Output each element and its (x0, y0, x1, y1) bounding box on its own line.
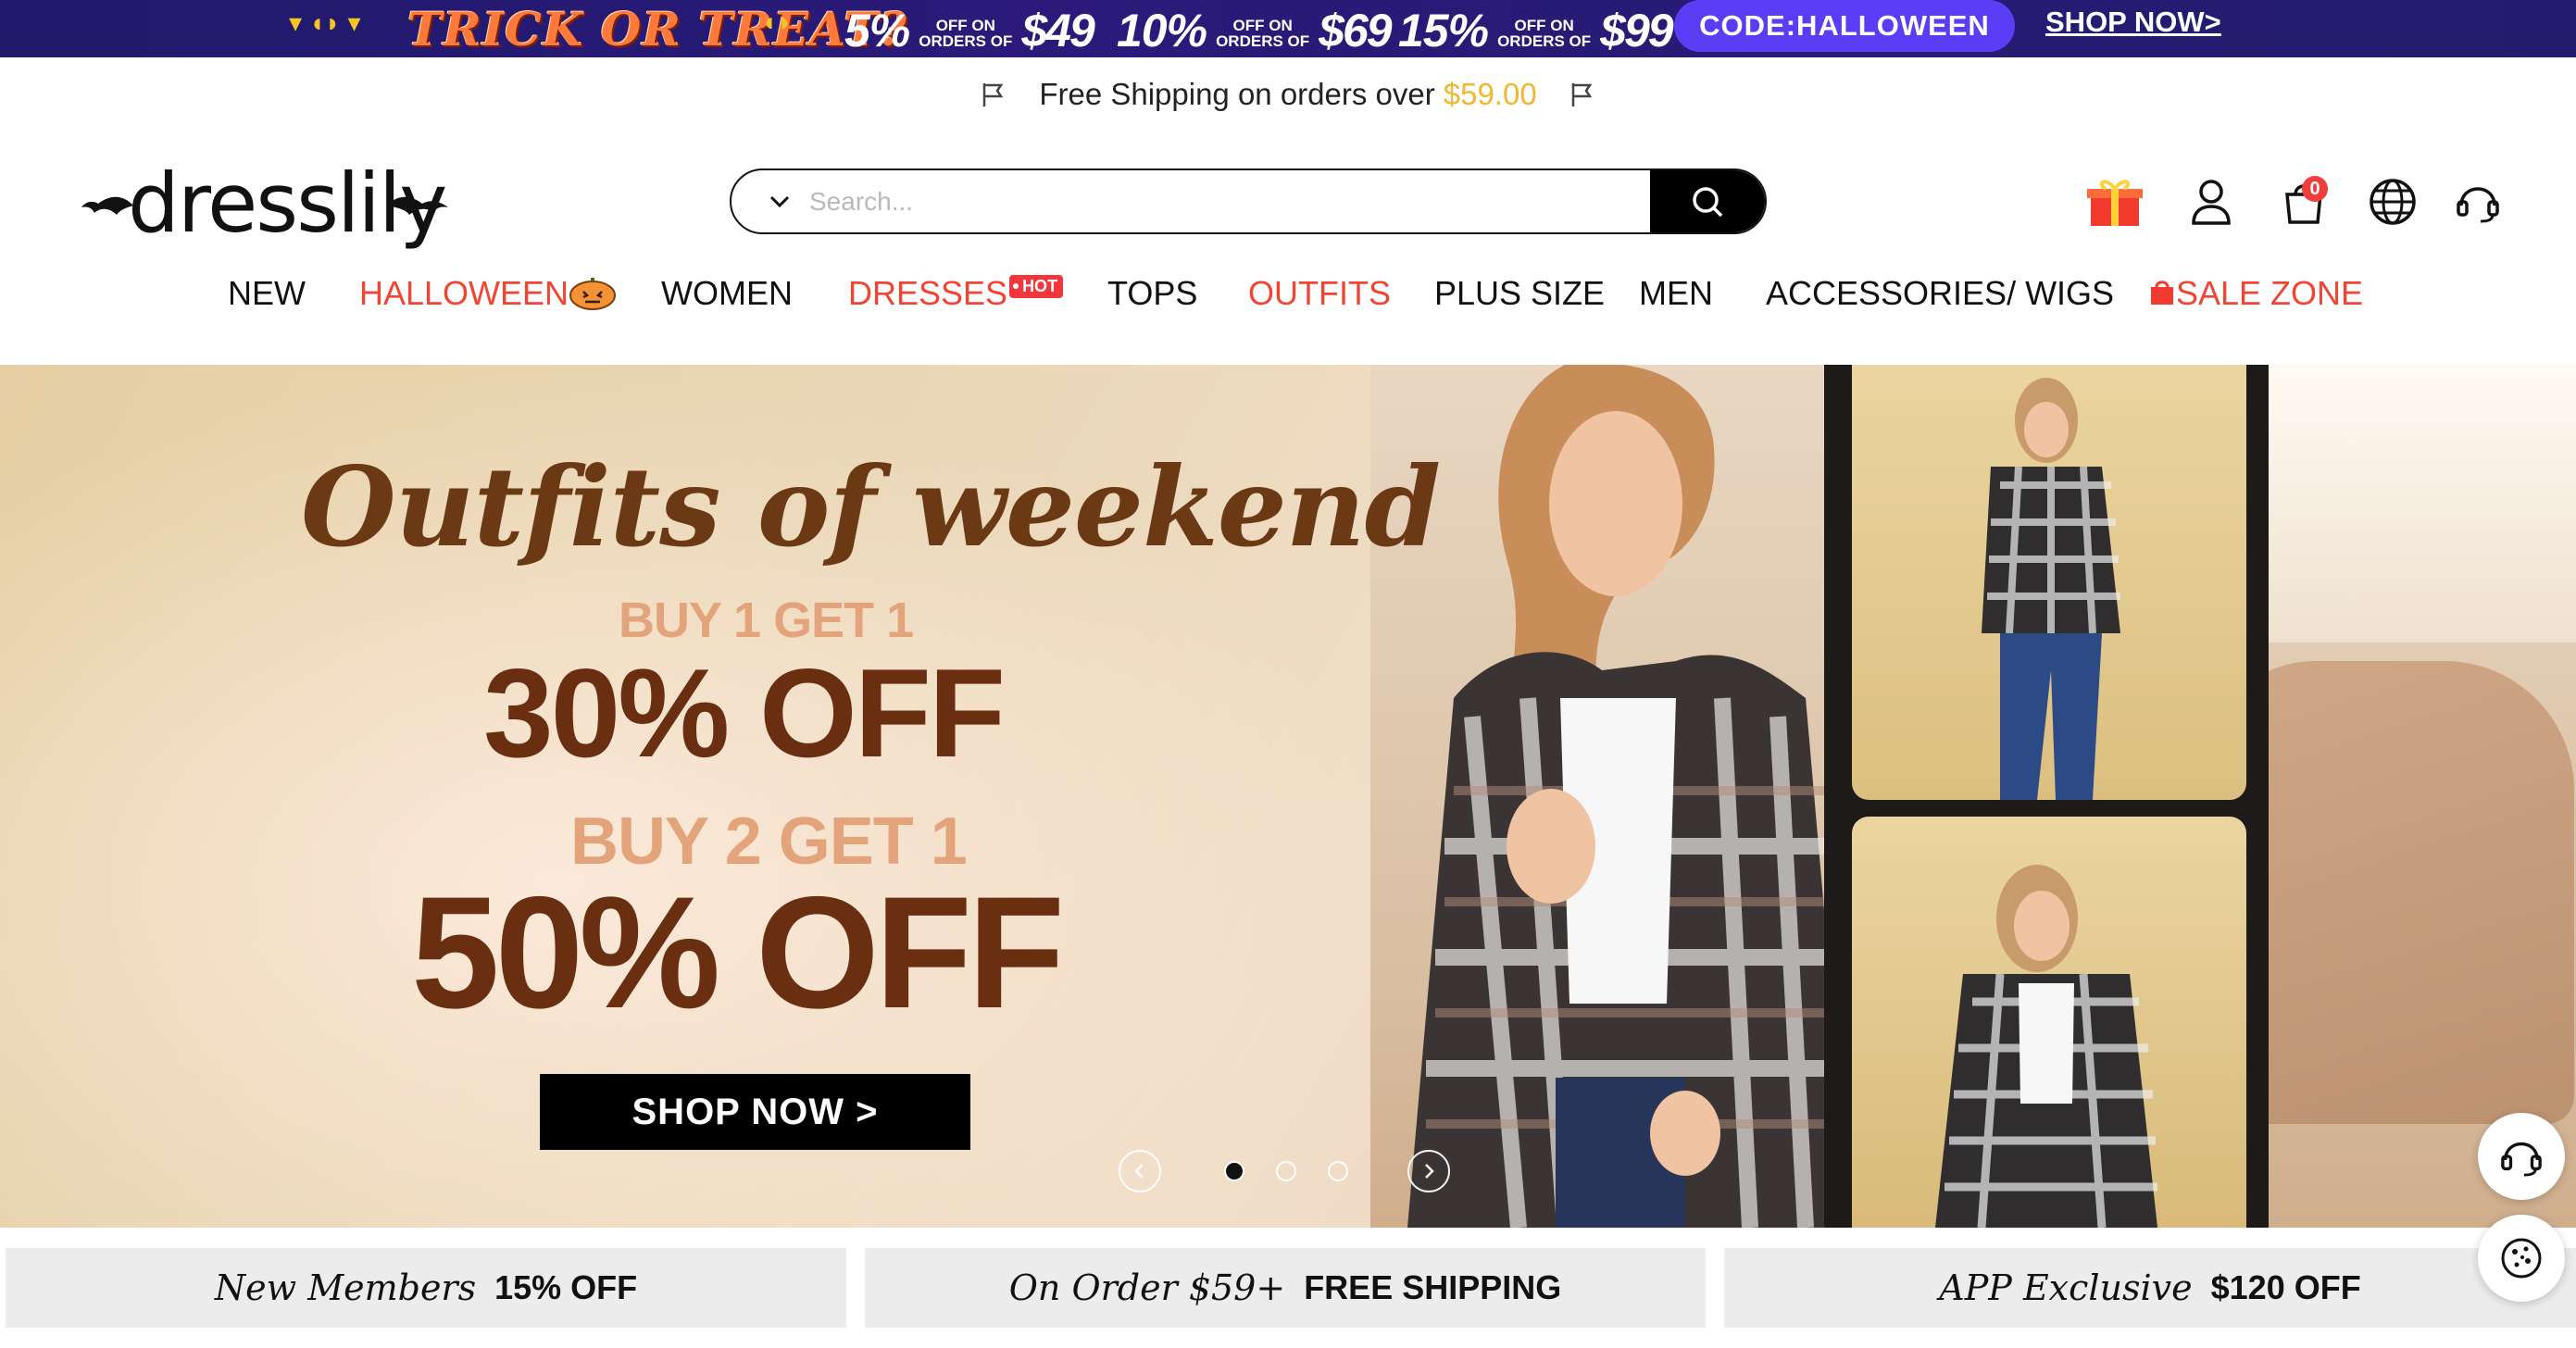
carousel-dot-2[interactable] (1276, 1161, 1296, 1181)
hero-shop-now-button[interactable]: SHOP NOW > (540, 1074, 970, 1150)
benefit-new-members[interactable]: New Members 15% OFF (6, 1248, 846, 1328)
nav-item-halloween[interactable]: HALLOWEEN (359, 274, 617, 313)
hero-offer-1: 30% OFF (483, 643, 1006, 783)
search-icon (1693, 186, 1723, 217)
chevron-left-icon (1134, 1164, 1144, 1179)
chevron-down-icon (769, 195, 790, 207)
hero-banner[interactable]: Outfits of weekend BUY 1 GET 1 30% OFF B… (0, 365, 2576, 1228)
carousel-dot-3[interactable] (1328, 1161, 1348, 1181)
carousel-next-button[interactable] (1407, 1150, 1450, 1192)
nav-item-dresses[interactable]: DRESSES HOT (848, 274, 1064, 313)
pumpkin-icon (569, 278, 617, 310)
promo-deal-3: 15% OFF ON ORDERS OF $99 (1398, 5, 1674, 56)
benefit-app-exclusive[interactable]: APP Exclusive $120 OFF (1724, 1248, 2576, 1328)
search-input[interactable] (807, 173, 1650, 230)
promo-banner[interactable]: ▾ ◖◗ ▾ TRICK OR TREAT? ◖◗ 5% OFF ON ORDER… (0, 0, 2576, 57)
globe-icon (2370, 179, 2416, 225)
free-shipping-bar: Free Shipping on orders over $59.00 (0, 57, 2576, 131)
search-category-dropdown[interactable] (752, 170, 807, 232)
flag-icon (983, 83, 1004, 106)
bat-wing-icon (81, 196, 133, 215)
carousel-prev-button[interactable] (1119, 1150, 1161, 1192)
gift-icon (2087, 180, 2143, 226)
language-button[interactable] (2363, 172, 2422, 231)
nav-item-new[interactable]: NEW (228, 274, 306, 313)
site-logo[interactable]: dresslily (80, 156, 450, 257)
hero-offer-2: 50% OFF (411, 864, 1065, 1042)
cart-count-badge: 0 (2302, 176, 2328, 202)
search-bar[interactable] (730, 168, 1767, 234)
nav-item-accessories-wigs[interactable]: ACCESSORIES/ WIGS (1766, 274, 2114, 313)
hot-badge: HOT (1009, 275, 1064, 298)
shopping-bag-sale-icon (2151, 281, 2173, 305)
floating-support-button[interactable] (2478, 1113, 2565, 1200)
main-nav: NEW HALLOWEEN WOMEN DRESSES HOT TOPS OUTF… (0, 274, 2576, 326)
promo-shop-now-link[interactable]: SHOP NOW> (2045, 6, 2221, 39)
bat-eyes-icon: ▾ ◖◗ ▾ (289, 8, 361, 37)
nav-item-plus-size[interactable]: PLUS SIZE (1434, 274, 1605, 313)
product-photo-1 (1852, 365, 2246, 800)
promo-code-pill[interactable]: CODE:HALLOWEEN (1674, 0, 2015, 52)
benefit-free-shipping[interactable]: On Order $59+ FREE SHIPPING (865, 1248, 1706, 1328)
gift-button[interactable] (2085, 172, 2145, 231)
headset-icon (2457, 187, 2499, 223)
nav-item-outfits[interactable]: OUTFITS (1248, 274, 1391, 313)
nav-item-tops[interactable]: TOPS (1107, 274, 1197, 313)
hero-model-image (1407, 365, 1852, 1228)
customer-service-button[interactable] (2448, 172, 2507, 231)
nav-item-sale-zone[interactable]: SALE ZONE (2148, 274, 2363, 313)
promo-deal-1: 5% OFF ON ORDERS OF $49 (844, 5, 1095, 56)
product-photo-2 (1852, 817, 2246, 1228)
floating-cookie-button[interactable] (2478, 1215, 2565, 1302)
search-button[interactable] (1650, 170, 1765, 232)
carousel-dot-1[interactable] (1224, 1161, 1244, 1181)
headset-icon (2501, 1142, 2542, 1177)
shipping-amount: $59.00 (1443, 77, 1537, 111)
nav-item-women[interactable]: WOMEN (661, 274, 793, 313)
account-button[interactable] (2182, 172, 2241, 231)
nav-item-men[interactable]: MEN (1639, 274, 1713, 313)
bat-wing-icon (387, 196, 448, 215)
promo-title: TRICK OR TREAT? (407, 2, 907, 56)
chevron-right-icon (1425, 1164, 1434, 1179)
flag-icon (1571, 83, 1593, 106)
user-icon (2192, 180, 2231, 225)
cookie-icon (2501, 1238, 2542, 1279)
promo-deal-2: 10% OFF ON ORDERS OF $69 (1117, 5, 1393, 56)
cart-button[interactable]: 0 (2274, 172, 2333, 231)
shipping-text: Free Shipping on orders over (1039, 77, 1435, 111)
hero-title: Outfits of weekend (301, 443, 1441, 571)
bat-eyes-icon: ◖◗ (761, 7, 793, 36)
